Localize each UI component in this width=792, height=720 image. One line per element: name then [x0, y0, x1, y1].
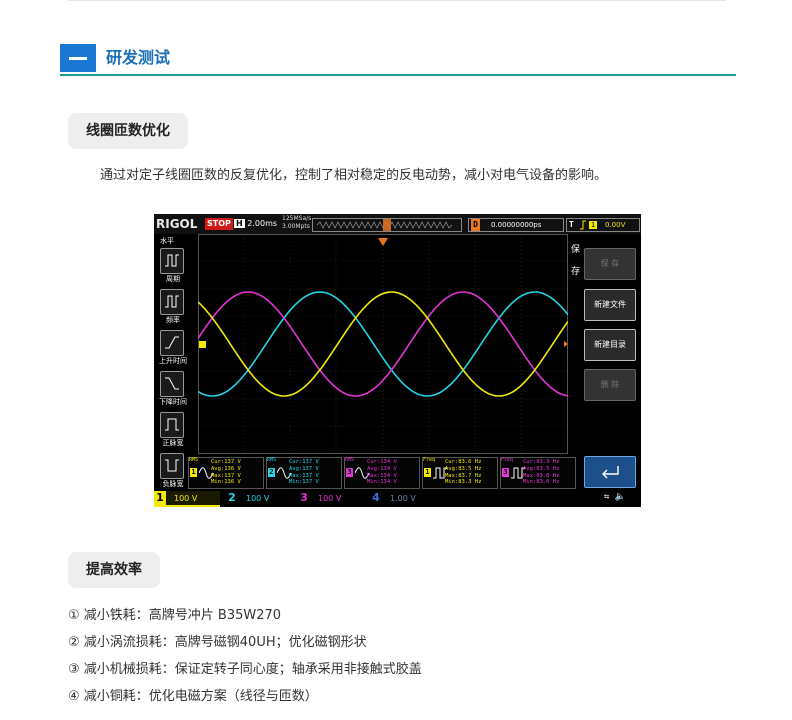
run-state-badge: STOP — [205, 218, 233, 230]
enter-button[interactable] — [584, 456, 636, 488]
oscilloscope-screen: RIGOL STOP H 2.00ms 125MSa/s 3.00Mpts D … — [154, 214, 641, 507]
delay-key: D — [471, 219, 480, 231]
trigger-readout: T 1 0.00V — [566, 218, 640, 232]
save-menu: 保存 保 存 新建文件 新建目录 删 除 — [569, 234, 641, 489]
trigger-key: T — [569, 220, 574, 229]
channel-4-indicator[interactable]: 4 1.00 V — [370, 491, 436, 505]
channel-2-indicator[interactable]: 2 100 V — [226, 491, 292, 505]
measure-period[interactable]: 周期 — [158, 248, 186, 286]
brand-logo: RIGOL — [156, 217, 198, 231]
channel-3-indicator[interactable]: 3 100 V — [298, 491, 364, 505]
trigger-edge-icon — [580, 220, 586, 230]
list-item: ② 减小涡流损耗：高牌号磁钢40UH；优化磁钢形状 — [68, 635, 367, 650]
measure-frequency[interactable]: 频率 — [158, 289, 186, 327]
timebase-value: 2.00ms — [247, 219, 278, 228]
measure-rise-time[interactable]: 上升时间 — [158, 330, 187, 368]
delete-button[interactable]: 删 除 — [584, 369, 636, 401]
scope-status-bar: RIGOL STOP H 2.00ms 125MSa/s 3.00Mpts D … — [154, 214, 641, 234]
section-badge-icon — [60, 44, 96, 72]
usb-icon: ⇆ 🔈 — [604, 492, 627, 502]
section-title: 研发测试 — [106, 48, 171, 67]
sample-rate: 125MSa/s — [282, 215, 312, 222]
coil-heading: 线圈匝数优化 — [68, 113, 188, 149]
channel-1-indicator[interactable]: 1 100 V — [154, 491, 220, 507]
timebase-readout: H 2.00ms — [234, 218, 277, 229]
measurement-item: Freq 1 Cur:83.6 Hz Avg:83.5 Hz Max:83.7 … — [422, 457, 498, 489]
trigger-level: 0.00V — [605, 221, 626, 229]
memory-overview-strip — [312, 218, 462, 232]
coil-description: 通过对定子线圈匝数的反复优化，控制了相对稳定的反电动势，减小对电气设备的影响。 — [100, 168, 608, 183]
top-divider — [68, 0, 726, 1]
frequency-icon — [160, 289, 184, 315]
delay-value: 0.00000000ps — [491, 221, 542, 229]
measurement-item: Freq 3 Cur:83.3 Hz Avg:83.5 Hz Max:83.8 … — [500, 457, 576, 489]
section-underline — [60, 74, 736, 76]
list-item: ④ 减小铜耗：优化电磁方案（线径与匝数） — [68, 689, 318, 704]
fall-time-icon — [160, 371, 184, 397]
new-folder-button[interactable]: 新建目录 — [584, 329, 636, 361]
save-menu-title: 保存 — [571, 245, 581, 277]
rise-time-icon — [160, 330, 184, 356]
channel-bar: 1 100 V 2 100 V 3 100 V 4 1.00 V ⇆ 🔈 — [154, 489, 641, 507]
measure-fall-time[interactable]: 下降时间 — [158, 371, 187, 409]
list-item: ① 减小铁耗：高牌号冲片 B35W270 — [68, 608, 282, 623]
acquisition-info: 125MSa/s 3.00Mpts — [282, 215, 311, 231]
list-item: ③ 减小机械损耗：保证定转子同心度；轴承采用非接触式胶盖 — [68, 662, 422, 677]
measurement-item: RMS 2 Cur:137 V Avg:137 V Max:137 V Min:… — [266, 457, 342, 489]
section-header: 研发测试 — [60, 44, 736, 76]
save-button[interactable]: 保 存 — [584, 248, 636, 280]
measurement-bar: RMS 1 Cur:137 V Avg:136 V Max:137 V Min:… — [188, 455, 576, 489]
period-icon — [160, 248, 184, 274]
delay-readout: D 0.00000000ps — [468, 218, 564, 232]
new-file-button[interactable]: 新建文件 — [584, 289, 636, 321]
enter-icon — [602, 466, 619, 479]
efficiency-heading: 提高效率 — [68, 552, 160, 588]
positive-width-icon — [160, 412, 184, 438]
channel-1-ground-marker — [199, 341, 206, 348]
measure-menu: 水平 周期 频率 上升时间 下降时间 正脉宽 负脉宽 — [154, 234, 192, 489]
measure-negative-width[interactable]: 负脉宽 — [158, 453, 186, 491]
memory-depth: 3.00Mpts — [282, 223, 310, 230]
negative-width-icon — [160, 453, 184, 479]
timebase-key: H — [234, 219, 245, 228]
measure-menu-title: 水平 — [160, 237, 174, 245]
efficiency-list: ① 减小铁耗：高牌号冲片 B35W270 ② 减小涡流损耗：高牌号磁钢40UH；… — [68, 602, 422, 710]
measurement-item: RMS 1 Cur:137 V Avg:136 V Max:137 V Min:… — [188, 457, 264, 489]
measurement-item: RMS 3 Cur:134 V Avg:134 V Max:134 V Min:… — [344, 457, 420, 489]
waveform-display — [198, 234, 568, 454]
measure-positive-width[interactable]: 正脉宽 — [158, 412, 186, 450]
